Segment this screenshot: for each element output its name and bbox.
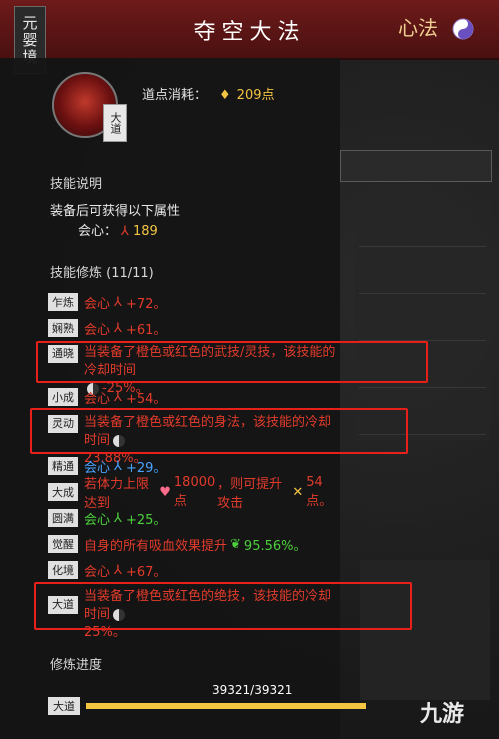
cultivation-title: 技能修炼 (11/11): [50, 266, 154, 281]
dao-point-cost: 道点消耗： ♦ 209点: [142, 84, 275, 103]
highlight-box: [34, 582, 412, 630]
stat-value: +61。: [125, 322, 167, 338]
crit-icon: ⅄: [121, 224, 129, 239]
progress-title: 修炼进度: [50, 658, 103, 673]
stage-tag: 小成: [48, 388, 78, 406]
cultivation-row: 小成 会心 ⅄ +54。: [48, 387, 340, 407]
crit-icon: ⅄: [114, 510, 122, 526]
progress-stage-tag: 大道: [48, 697, 80, 715]
watermark-logo: 九游: [420, 702, 465, 727]
attr-label: 会心：: [78, 224, 118, 239]
cultivation-row: 觉醒 自身的所有吸血效果提升 ❦ 95.56%。: [48, 534, 340, 554]
cost-label: 道点消耗：: [142, 88, 208, 103]
stat-label: 会心: [84, 391, 111, 407]
equip-text: 装备后可获得以下属性: [50, 204, 181, 219]
progress-fill: [86, 703, 366, 709]
crit-icon: ⅄: [114, 562, 122, 578]
stat-value: +54。: [125, 391, 167, 407]
stat-label: 会心: [84, 322, 111, 338]
stat-label: 会心: [84, 564, 111, 580]
stat-value: +72。: [125, 296, 167, 312]
stat-label: 会心: [84, 296, 111, 312]
crit-icon: ⅄: [114, 294, 122, 310]
effect-text: ，则可提升攻击: [217, 477, 283, 511]
skill-grade-badge: 大道: [103, 104, 127, 142]
stat-value: +67。: [125, 564, 167, 580]
stage-tag: 大成: [48, 483, 78, 501]
xinfa-label: 心法: [398, 16, 438, 40]
lifesteal-value: 95.56%。: [243, 538, 307, 554]
effect-text: 若体力上限达到: [84, 477, 150, 511]
lifesteal-icon: ❦: [230, 536, 241, 552]
cultivation-row: 乍炼 会心 ⅄ +72。: [48, 292, 340, 312]
stat-value: +25。: [125, 512, 167, 528]
stage-tag: 觉醒: [48, 535, 78, 553]
sword-icon: ✕: [292, 484, 304, 500]
background-skill-list: [355, 200, 490, 440]
header-bar: 夺空大法 心法: [0, 0, 499, 60]
stage-tag: 娴熟: [48, 319, 78, 337]
background-tab-bar: [340, 150, 492, 182]
cultivation-row: 圆满 会心 ⅄ +25。: [48, 508, 340, 528]
heart-icon: ♥: [159, 484, 171, 500]
atk-value: 54点。: [306, 475, 333, 509]
pin-icon: ♦: [219, 88, 231, 103]
highlight-box: [30, 408, 408, 454]
stage-tag: 圆满: [48, 509, 78, 527]
attr-value: 189: [132, 224, 158, 239]
background-stats-panel: [360, 560, 490, 700]
skill-description-title: 技能说明: [50, 177, 103, 192]
cultivation-row: 化境 会心 ⅄ +67。: [48, 560, 340, 580]
stage-tag: 化境: [48, 561, 78, 579]
equip-attribute: 会心： ⅄ 189: [78, 220, 158, 239]
hp-value: 18000点: [173, 475, 216, 509]
progress-bar: [86, 703, 366, 709]
cultivation-row: 娴熟 会心 ⅄ +61。: [48, 318, 340, 338]
stage-tag: 乍炼: [48, 293, 78, 311]
effect-text: 自身的所有吸血效果提升: [84, 538, 228, 554]
stage-tag: 精通: [48, 457, 78, 475]
cultivation-row: 大成 若体力上限达到 ♥ 18000点 ，则可提升攻击 ✕ 54点。: [48, 475, 340, 511]
cost-value: 209点: [236, 88, 275, 103]
stat-label: 会心: [84, 512, 111, 528]
yinyang-icon[interactable]: [452, 18, 474, 40]
crit-icon: ⅄: [114, 458, 122, 474]
progress-value: 39321/39321: [212, 683, 293, 697]
highlight-box: [36, 341, 428, 383]
crit-icon: ⅄: [114, 389, 122, 405]
crit-icon: ⅄: [114, 320, 122, 336]
